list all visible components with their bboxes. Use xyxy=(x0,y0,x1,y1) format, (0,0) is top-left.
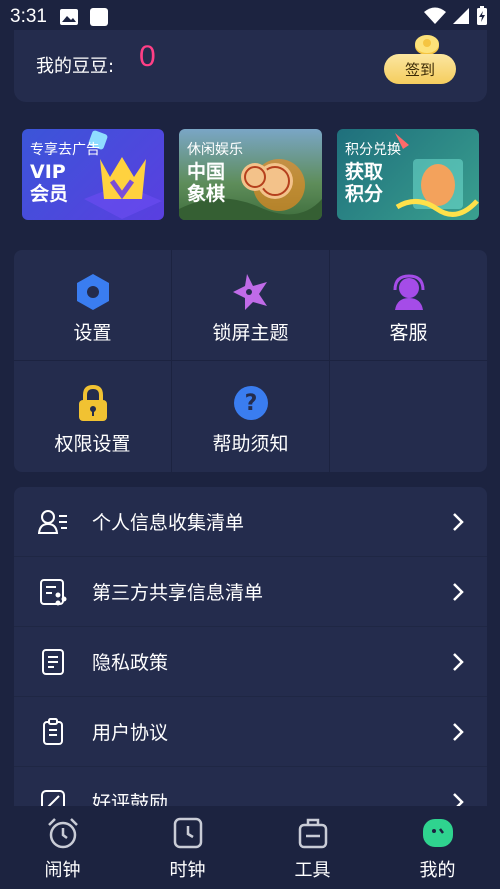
chevron-right-icon xyxy=(453,722,464,741)
signal-icon xyxy=(453,8,469,24)
feature-grid: 设置 锁屏主题 客服 权限设置 ? 帮助须知 xyxy=(14,250,487,472)
person-list-icon xyxy=(38,509,67,534)
coin-icon xyxy=(415,35,439,55)
grid-label-lock-theme: 锁屏主题 xyxy=(212,322,289,344)
list-label-privacy: 隐私政策 xyxy=(92,652,169,674)
chevron-right-icon xyxy=(453,512,464,531)
list-label-user-agreement: 用户协议 xyxy=(92,722,169,744)
tab-label-alarm: 闹钟 xyxy=(44,860,81,881)
alarm-clock-icon xyxy=(47,818,78,849)
list-item-rating[interactable]: 好评鼓励 xyxy=(14,767,487,807)
svg-text:?: ? xyxy=(244,391,257,416)
image-icon xyxy=(59,9,78,25)
grid-item-help[interactable]: ? 帮助须知 xyxy=(172,361,329,471)
clock-icon xyxy=(173,817,202,849)
chevron-right-icon xyxy=(453,652,464,671)
clipboard-icon xyxy=(43,717,63,745)
chess-banner-title-2: 象棋 xyxy=(187,183,226,205)
grid-label-help: 帮助须知 xyxy=(212,433,289,455)
beans-label: 我的豆豆: xyxy=(36,56,115,77)
list-item-user-agreement[interactable]: 用户协议 xyxy=(14,697,487,767)
list-label-third-party: 第三方共享信息清单 xyxy=(92,582,264,604)
share-document-icon xyxy=(40,578,67,605)
tab-label-mine: 我的 xyxy=(419,860,456,881)
battery-icon xyxy=(477,6,487,25)
lock-icon xyxy=(78,384,107,421)
toolbox-icon xyxy=(298,818,327,849)
beans-value: 0 xyxy=(139,40,156,73)
list-label-personal-info: 个人信息收集清单 xyxy=(92,512,245,534)
wifi-icon xyxy=(424,7,446,24)
list-item-personal-info[interactable]: 个人信息收集清单 xyxy=(14,487,487,557)
grid-label-permissions: 权限设置 xyxy=(54,433,131,455)
grid-label-service: 客服 xyxy=(389,322,428,344)
points-banner[interactable]: 积分兑换 获取 积分 xyxy=(337,129,479,220)
chess-banner[interactable]: 休闲娱乐 中国 象棋 xyxy=(179,129,322,220)
vip-banner-title-2: 会员 xyxy=(30,183,69,205)
status-time: 3:31 xyxy=(10,6,47,27)
grid-item-settings[interactable]: 设置 xyxy=(14,250,171,360)
document-icon xyxy=(42,648,64,675)
points-banner-tag: 积分兑换 xyxy=(345,142,401,158)
grid-label-settings: 设置 xyxy=(73,322,112,344)
status-bar: 3:31 xyxy=(0,0,500,34)
list-item-privacy[interactable]: 隐私政策 xyxy=(14,627,487,697)
vip-banner-tag: 专享去广告 xyxy=(30,142,100,158)
chevron-right-icon xyxy=(453,582,464,601)
chess-banner-title-1: 中国 xyxy=(187,161,226,183)
tab-mine[interactable]: 我的 xyxy=(375,806,500,889)
list-label-rating: 好评鼓励 xyxy=(92,792,169,807)
app-square-icon xyxy=(89,8,108,26)
tab-tools[interactable]: 工具 xyxy=(250,806,375,889)
points-banner-title-2: 积分 xyxy=(345,183,384,205)
grid-item-service[interactable]: 客服 xyxy=(330,250,487,360)
grid-item-permissions[interactable]: 权限设置 xyxy=(14,361,171,471)
mine-face-icon xyxy=(422,819,453,847)
help-question-icon: ? xyxy=(233,386,268,420)
bottom-nav: 闹钟 时钟 工具 我的 xyxy=(0,806,500,889)
chess-banner-tag: 休闲娱乐 xyxy=(187,142,243,158)
grid-item-lock-theme[interactable]: 锁屏主题 xyxy=(172,250,329,360)
list-item-third-party[interactable]: 第三方共享信息清单 xyxy=(14,557,487,627)
theme-star-icon xyxy=(232,274,267,310)
settings-hex-icon xyxy=(76,274,109,310)
tab-alarm[interactable]: 闹钟 xyxy=(0,806,125,889)
tab-clock[interactable]: 时钟 xyxy=(125,806,250,889)
settings-list: 个人信息收集清单 第三方共享信息清单 隐私政策 用户协议 好评鼓励 xyxy=(14,487,487,807)
vip-banner[interactable]: 专享去广告 VIP 会员 xyxy=(22,129,164,220)
beans-card: 我的豆豆: 0 签到 xyxy=(14,30,487,102)
headset-icon xyxy=(393,274,424,310)
edit-square-icon xyxy=(41,789,65,807)
chevron-right-icon xyxy=(453,792,464,807)
tab-label-clock: 时钟 xyxy=(169,860,206,881)
tab-label-tools: 工具 xyxy=(294,860,331,881)
signin-button[interactable]: 签到 xyxy=(384,54,456,84)
points-banner-title-1: 获取 xyxy=(345,161,384,183)
vip-banner-title-1: VIP xyxy=(30,161,66,183)
